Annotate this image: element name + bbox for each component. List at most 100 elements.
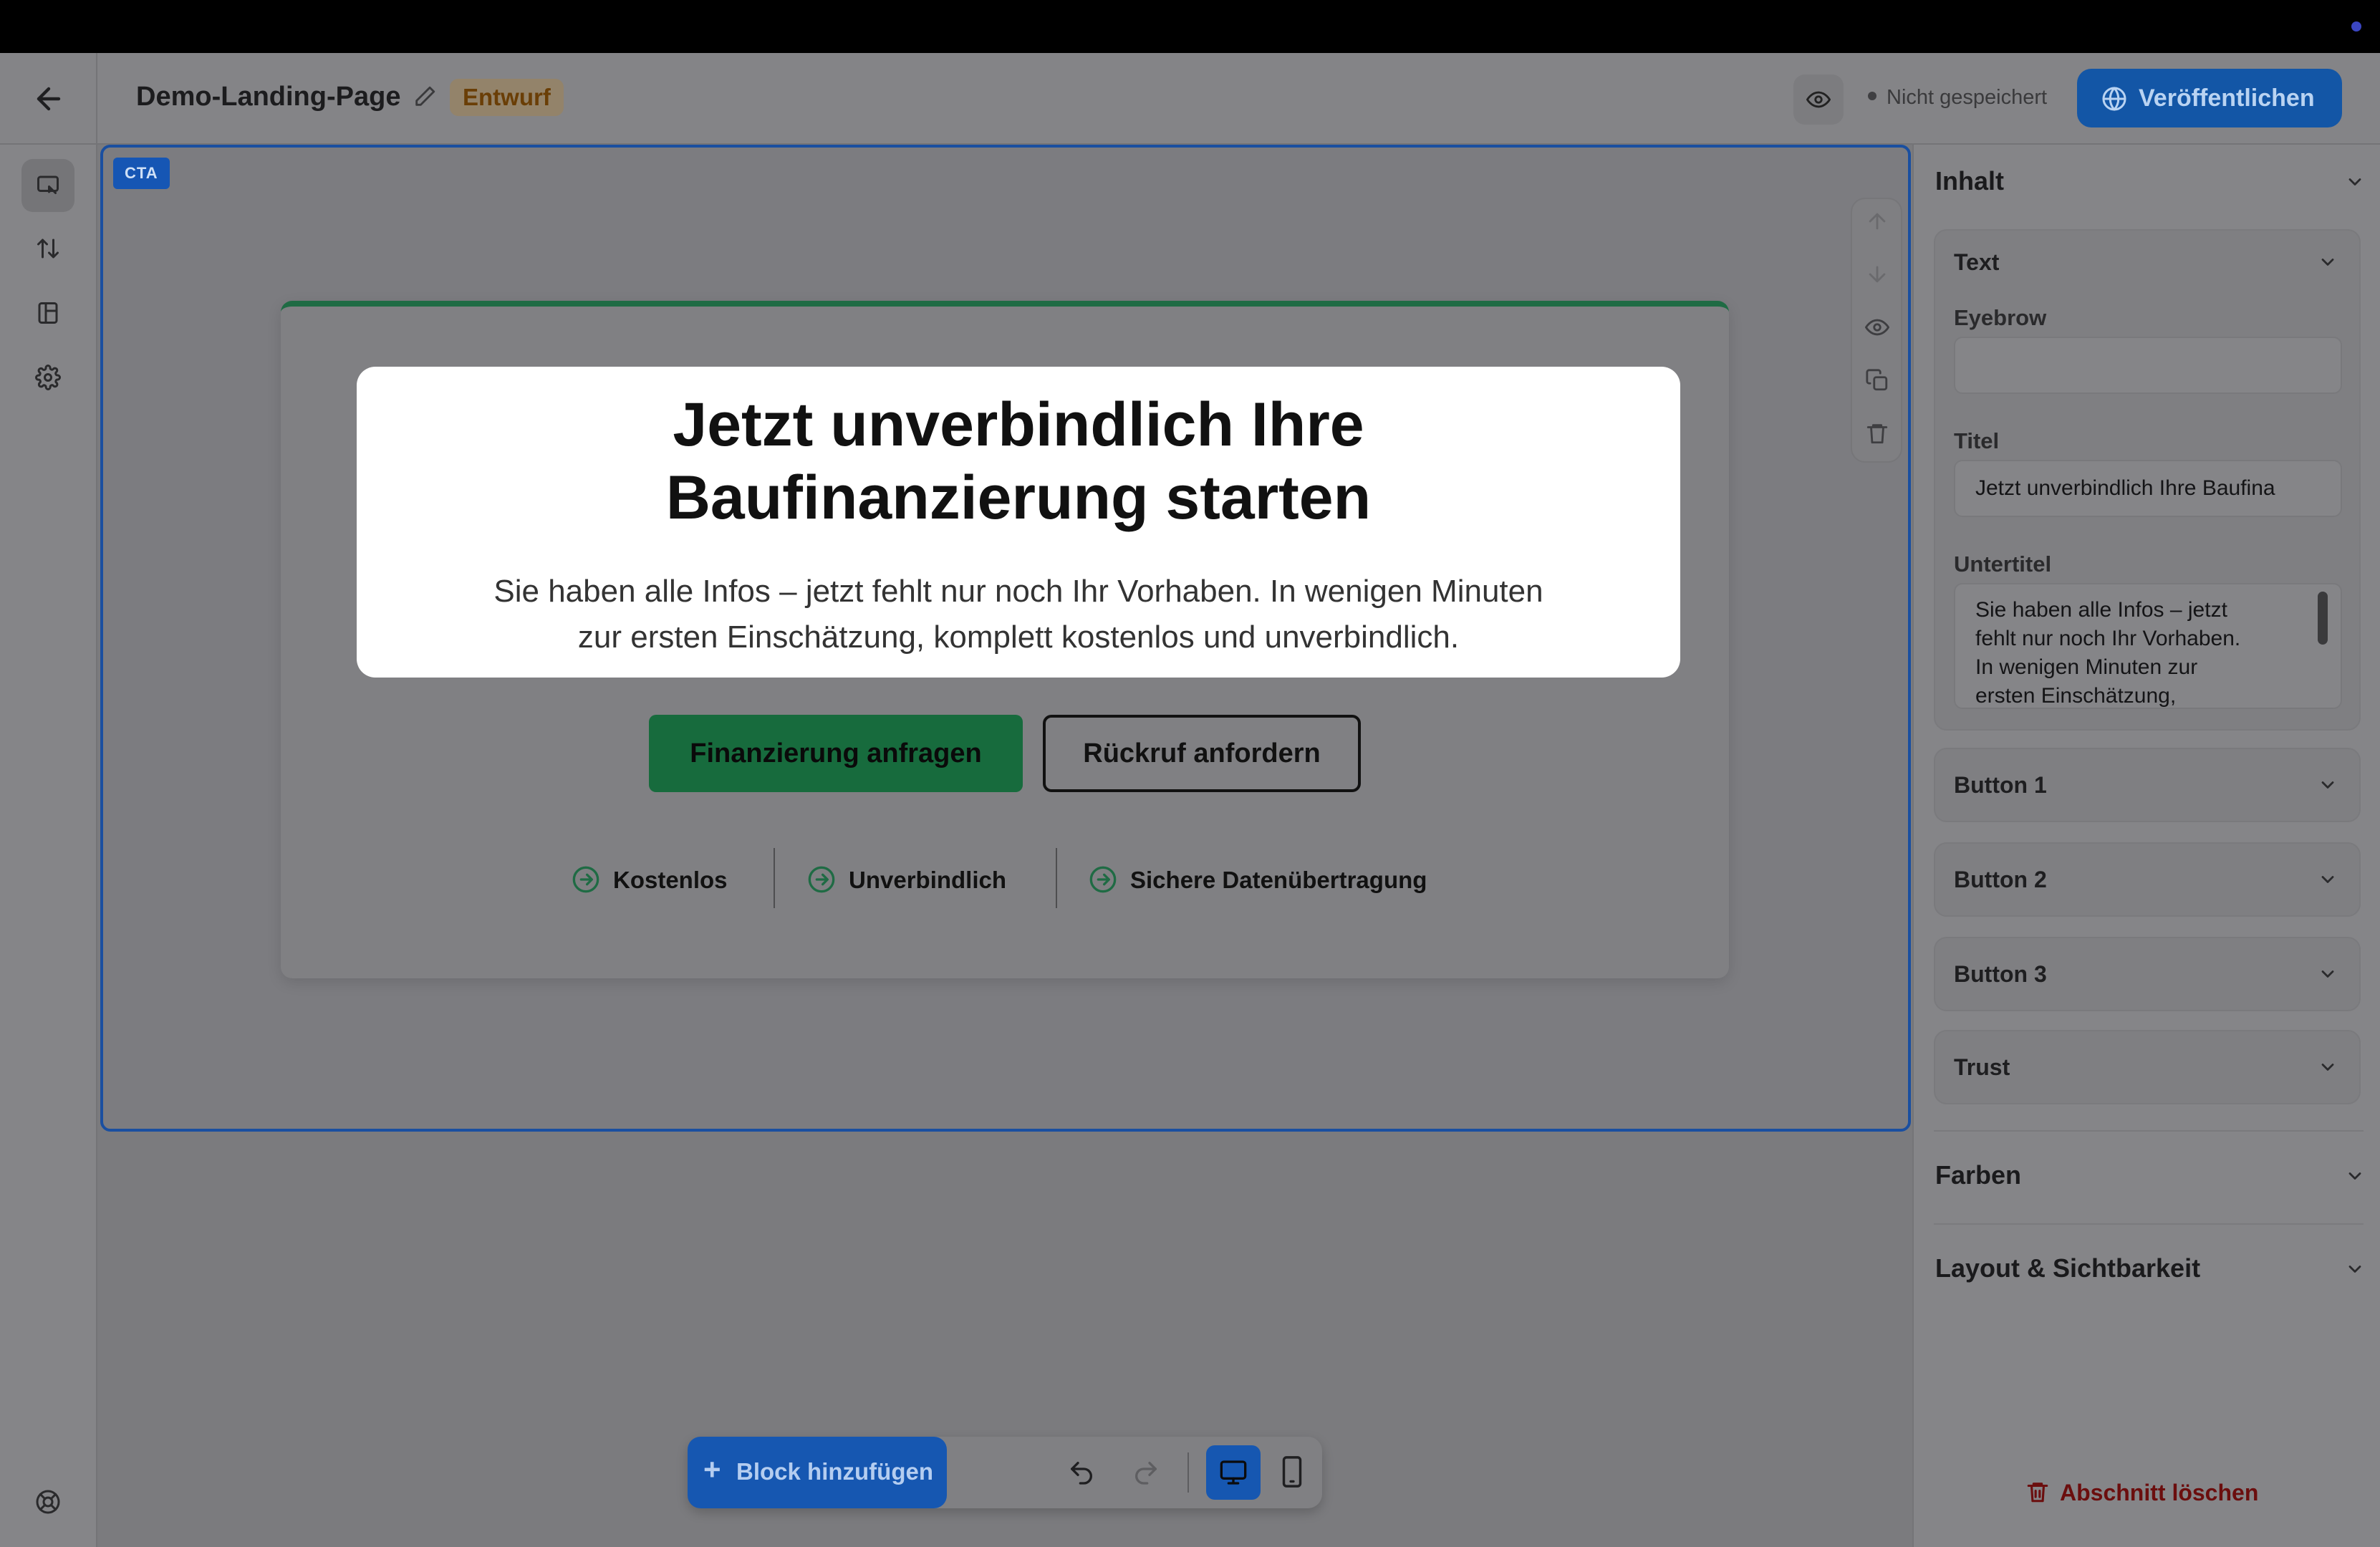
cta-text-box[interactable]: Jetzt unverbindlich Ihre Baufinanzierung… — [357, 367, 1680, 678]
panel-divider — [1934, 1223, 2364, 1225]
cta-title-line: Jetzt unverbindlich Ihre — [673, 390, 1364, 459]
undo-icon[interactable] — [1067, 1458, 1096, 1487]
smartphone-icon — [1282, 1456, 1302, 1488]
button1-group-header: Button 1 — [1954, 772, 2047, 798]
trust-group-header: Trust — [1954, 1054, 2010, 1080]
cta-subtitle: Sie haben alle Infos – jetzt fehlt nur n… — [357, 569, 1680, 660]
add-block-label: Block hinzufügen — [736, 1458, 933, 1485]
subtitle-text-line: ersten Einschätzung, — [1975, 684, 2177, 708]
visibility-icon[interactable] — [1865, 315, 1889, 339]
title-label: Titel — [1954, 428, 2000, 453]
editor-canvas: CTA Jetzt unverbindlich Ihre Baufinanzie… — [97, 145, 1912, 1547]
cta-card: Jetzt unverbindlich Ihre Baufinanzierung… — [281, 301, 1729, 978]
editor-header: Demo-Landing-Page Entwurf Nicht gespeich… — [0, 53, 2380, 145]
cta-title: Jetzt unverbindlich Ihre Baufinanzierung… — [357, 388, 1680, 534]
back-button[interactable] — [32, 82, 66, 116]
duplicate-icon[interactable] — [1865, 368, 1889, 392]
arrow-left-icon — [37, 87, 61, 111]
trust-item-label: Sichere Datenübertragung — [1130, 867, 1427, 893]
rail-settings-button[interactable] — [21, 351, 74, 404]
panel-divider — [1934, 1130, 2364, 1132]
add-block-button[interactable]: + Block hinzufügen — [688, 1437, 947, 1508]
rail-help-button[interactable] — [21, 1475, 74, 1528]
delete-section-label: Abschnitt löschen — [2060, 1480, 2259, 1505]
sort-arrows-icon — [37, 238, 59, 259]
edit-title-button[interactable] — [413, 85, 437, 109]
subtitle-text-line: In wenigen Minuten zur — [1975, 655, 2198, 679]
block-tools — [1851, 198, 1902, 463]
cta-title-line: Baufinanzierung starten — [665, 463, 1372, 532]
eyebrow-label: Eyebrow — [1954, 305, 2047, 330]
bottom-toolbar: + Block hinzufügen — [688, 1437, 1322, 1508]
text-group-header[interactable]: Text — [1954, 249, 1999, 276]
publish-button[interactable]: Veröffentlichen — [2077, 69, 2342, 127]
save-status: Nicht gespeichert — [1868, 86, 2047, 110]
subtitle-text-line: Sie haben alle Infos – jetzt — [1975, 598, 2227, 622]
status-dot — [1868, 92, 1876, 101]
chevron-down-icon — [2321, 1064, 2334, 1071]
cta-subtitle-line: zur ersten Einschätzung, komplett kosten… — [577, 620, 1460, 655]
trust-divider — [774, 848, 775, 908]
circle-arrow-right-icon — [808, 866, 835, 893]
chevron-down-icon — [2321, 781, 2334, 789]
page-title: Demo-Landing-Page — [136, 82, 401, 112]
farben-label: Farben — [1935, 1160, 2022, 1190]
cta-section[interactable]: CTA Jetzt unverbindlich Ihre Baufinanzie… — [100, 145, 1911, 1132]
camera-dot — [2351, 21, 2361, 32]
trash-icon[interactable] — [1865, 421, 1889, 445]
eye-icon — [1806, 91, 1831, 108]
chevron-down-icon — [2321, 876, 2334, 883]
farben-section-header[interactable]: Farben — [1935, 1160, 2365, 1190]
pages-icon — [38, 302, 58, 324]
trash-icon — [2027, 1483, 2048, 1503]
pencil-icon — [415, 86, 435, 106]
trust-item-label: Unverbindlich — [849, 867, 1007, 893]
blocks-icon — [37, 175, 59, 194]
save-status-text: Nicht gespeichert — [1887, 86, 2048, 109]
chevron-down-icon — [2321, 970, 2334, 978]
publish-label: Veröffentlichen — [2139, 85, 2315, 112]
properties-panel: Inhalt Text Eyebrow Titel Jetzt unverbin… — [1912, 145, 2380, 1547]
finanzierung-anfragen-button[interactable]: Finanzierung anfragen — [649, 715, 1023, 792]
globe-icon — [2102, 87, 2126, 111]
os-top-bar — [0, 0, 2380, 53]
left-rail — [0, 145, 97, 1547]
trust-group[interactable]: Trust — [1934, 1030, 2361, 1104]
rail-blocks-button[interactable] — [21, 159, 74, 212]
move-up-icon[interactable] — [1865, 209, 1889, 233]
rail-pages-button[interactable] — [21, 286, 74, 339]
gear-icon — [35, 365, 61, 390]
button1-group[interactable]: Button 1 — [1934, 748, 2361, 822]
button3-group[interactable]: Button 3 — [1934, 937, 2361, 1011]
preview-button[interactable] — [1793, 74, 1844, 125]
toolbar-divider — [1187, 1452, 1189, 1493]
plus-icon: + — [703, 1452, 721, 1486]
mobile-view-button[interactable] — [1265, 1445, 1319, 1500]
monitor-icon — [1220, 1460, 1247, 1485]
circle-arrow-right-icon — [1089, 866, 1117, 893]
inhalt-section-header[interactable]: Inhalt — [1935, 166, 2365, 196]
subtitle-textarea[interactable]: Sie haben alle Infos – jetzt fehlt nur n… — [1954, 583, 2342, 709]
layout-section-header[interactable]: Layout & Sichtbarkeit — [1935, 1253, 2365, 1283]
subtitle-text-line: fehlt nur noch Ihr Vorhaben. — [1975, 627, 2241, 650]
rail-reorder-button[interactable] — [21, 222, 74, 275]
desktop-view-button[interactable] — [1206, 1445, 1261, 1500]
button3-group-header: Button 3 — [1954, 961, 2047, 987]
move-down-icon[interactable] — [1865, 262, 1889, 286]
lifebuoy-icon — [36, 1490, 60, 1514]
redo-icon[interactable] — [1132, 1458, 1160, 1487]
text-group: Text Eyebrow Titel Jetzt unverbindlich I… — [1934, 229, 2361, 731]
chevron-down-icon[interactable] — [2318, 252, 2338, 272]
eyebrow-input[interactable] — [1954, 337, 2342, 394]
trust-item-label: Kostenlos — [613, 867, 728, 893]
subtitle-label: Untertitel — [1954, 551, 2052, 577]
button2-group[interactable]: Button 2 — [1934, 842, 2361, 917]
header-divider — [96, 53, 97, 145]
textarea-scrollbar[interactable] — [2318, 592, 2328, 645]
circle-arrow-right-icon — [572, 866, 599, 893]
layout-label: Layout & Sichtbarkeit — [1935, 1253, 2201, 1283]
title-input[interactable]: Jetzt unverbindlich Ihre Baufina — [1954, 460, 2342, 517]
rueckruf-anfordern-button[interactable]: Rückruf anfordern — [1043, 715, 1361, 792]
inhalt-label: Inhalt — [1935, 166, 2004, 196]
section-type-tag: CTA — [113, 158, 170, 189]
